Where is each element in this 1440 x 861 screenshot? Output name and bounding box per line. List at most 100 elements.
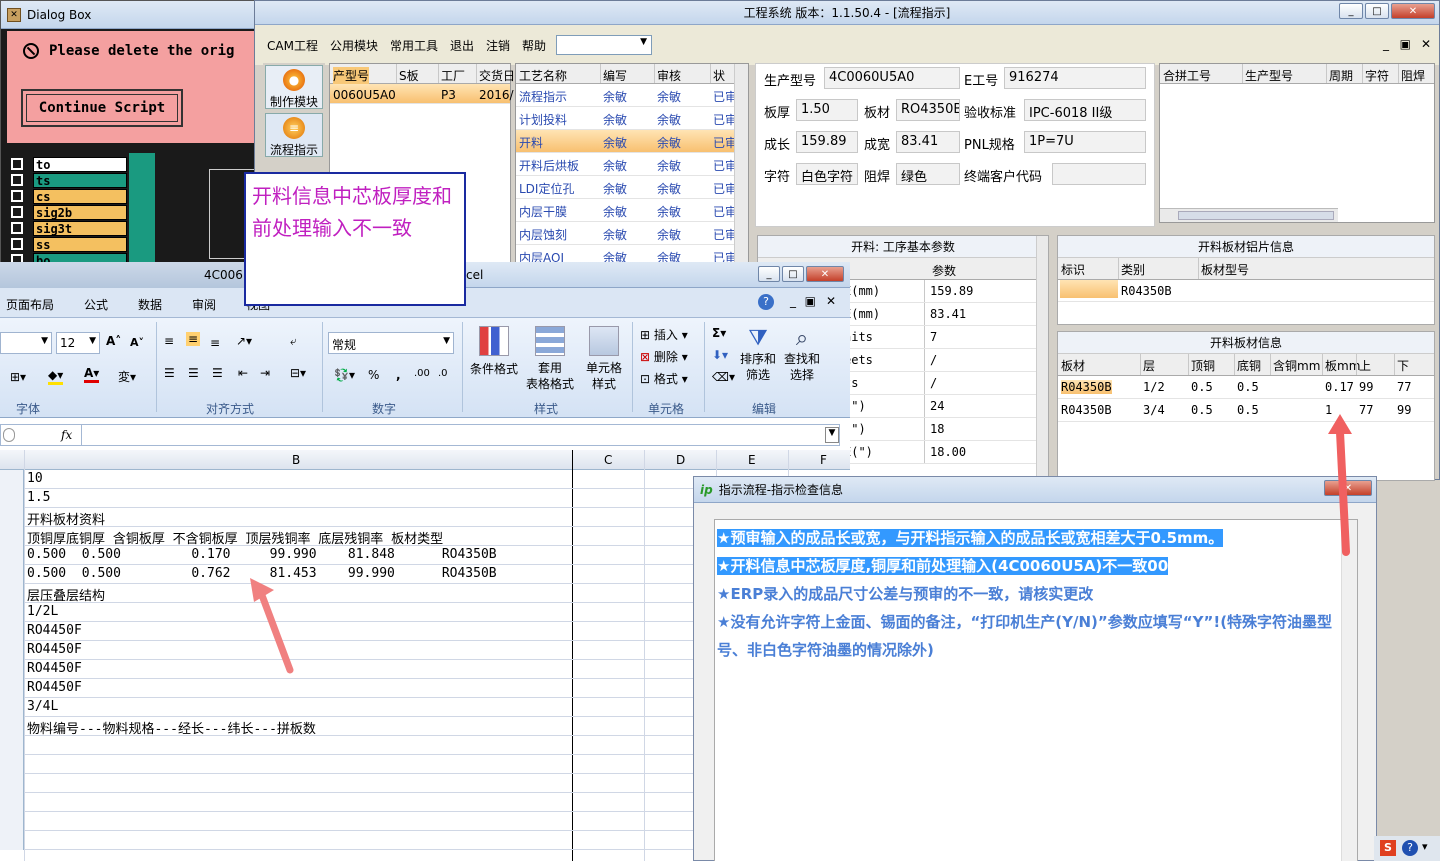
layer-checkbox[interactable] (11, 238, 23, 250)
sheet-cell-b[interactable]: 顶铜厚底铜厚 含铜板厚 不含铜板厚 顶层残铜率 底层残铜率 板材类型 (27, 528, 443, 547)
align-left-icon[interactable]: ☰ (164, 366, 175, 380)
row-header-stub[interactable] (0, 660, 24, 679)
grid-header[interactable]: 产型号 (333, 67, 370, 84)
length-field[interactable]: 159.89 (796, 131, 858, 153)
table-row[interactable]: 内层蚀刻 余敏 余敏 已审 (516, 222, 748, 245)
grid-header[interactable]: 工艺名称 (519, 67, 567, 84)
table-row[interactable]: 开料后烘板 余敏 余敏 已审 (516, 153, 748, 176)
grid-header[interactable]: 合拼工号 (1163, 67, 1211, 84)
row-header-stub[interactable] (0, 679, 24, 698)
help-icon[interactable]: ? (758, 294, 774, 310)
formula-input[interactable] (81, 425, 827, 445)
wrap-text-icon[interactable]: ⤶ (290, 334, 297, 349)
percent-icon[interactable]: % (368, 368, 379, 382)
row-header-stub[interactable] (0, 641, 24, 660)
fx-icon[interactable]: fx (61, 428, 72, 442)
grid-header[interactable]: 板材型号 (1201, 261, 1249, 278)
minimize-button[interactable]: _ (1339, 3, 1363, 19)
menu-item[interactable]: 常用工具 (390, 37, 438, 54)
tray-menu-icon[interactable]: ▾ (1422, 840, 1428, 853)
check-title-bar[interactable]: ip 指示流程-指示检查信息 ✕ (694, 477, 1376, 503)
ribbon-tab[interactable]: 页面布局 (6, 296, 54, 313)
excel-maximize[interactable]: □ (782, 266, 804, 282)
decrease-decimal-icon[interactable]: .0 (438, 368, 448, 379)
table-row[interactable]: 内层干膜 余敏 余敏 已审 (516, 199, 748, 222)
grid-header[interactable]: 交货日 (479, 67, 515, 84)
grid-header[interactable]: 编写 (603, 67, 627, 84)
grid-header[interactable]: 下 (1397, 357, 1409, 374)
process-guide-button[interactable]: ≡ 流程指示 (265, 113, 323, 157)
align-top-icon[interactable]: ≡ (164, 334, 174, 348)
conditional-format-button[interactable]: 条件格式 (466, 326, 522, 377)
find-select-button[interactable]: ⌕ 查找和 选择 (780, 326, 824, 383)
layer-checkbox[interactable] (11, 174, 23, 186)
row-header-stub[interactable] (0, 508, 24, 527)
grid-header[interactable]: 标识 (1061, 261, 1085, 278)
check-item[interactable]: ★开料信息中芯板厚度,铜厚和前处理输入(4C0060U5A)不一致00 (717, 552, 1357, 580)
ribbon-tab[interactable]: 公式 (84, 296, 108, 313)
cell-styles-button[interactable]: 单元格 样式 (580, 326, 628, 392)
currency-icon[interactable]: 💱▾ (334, 368, 355, 382)
fill-icon[interactable]: ⬇▾ (712, 348, 728, 362)
process-scrollbar[interactable] (734, 64, 748, 272)
sheet-cell-b[interactable]: 1/2L (27, 604, 58, 619)
insert-cells-button[interactable]: ⊞ 插入 ▾ (640, 326, 688, 343)
menu-item[interactable]: 注销 (486, 37, 510, 54)
check-item[interactable]: ★没有允许字符上金面、锡面的备注，“打印机生产(Y/N)”参数应填写“Y”!(特… (717, 608, 1357, 664)
dialog-title-bar[interactable]: ✕ Dialog Box (1, 1, 259, 29)
mdi-restore[interactable]: ▣ (1400, 37, 1411, 51)
clear-icon[interactable]: ⌫▾ (712, 370, 735, 384)
row-header-stub[interactable] (0, 603, 24, 622)
table-row[interactable]: 开料 余敏 余敏 已审 (516, 130, 748, 153)
menu-item[interactable]: 帮助 (522, 37, 546, 54)
make-module-button[interactable]: ● 制作模块 (265, 65, 323, 109)
check-item[interactable]: ★预审输入的成品长或宽，与开料指示输入的成品长或宽相差大于0.5mm。 (717, 524, 1357, 552)
check-item[interactable]: ★ERP录入的成品尺寸公差与预审的不一致，请核实更改 (717, 580, 1357, 608)
row-header-stub[interactable] (0, 546, 24, 565)
grid-header[interactable]: 层 (1143, 357, 1155, 374)
excel-minimize[interactable]: _ (758, 266, 780, 282)
sheet-cell-b[interactable]: 层压叠层结构 (27, 585, 105, 604)
row-header-stub[interactable] (0, 584, 24, 603)
autosum-icon[interactable]: Σ▾ (712, 326, 726, 340)
grid-header[interactable]: 阻焊 (1401, 67, 1425, 84)
merge-hscroll[interactable] (1160, 208, 1338, 222)
sort-filter-button[interactable]: ⧩ 排序和 筛选 (736, 326, 780, 383)
menu-combo[interactable]: ▼ (556, 35, 653, 55)
grid-header[interactable]: 审核 (657, 67, 681, 84)
layer-item[interactable]: ss (7, 236, 127, 252)
maximize-button[interactable]: □ (1365, 3, 1389, 19)
mdi-minimize[interactable]: _ (1383, 37, 1389, 51)
grid-header[interactable]: 底铜 (1237, 357, 1261, 374)
table-row[interactable]: LDI定位孔 余敏 余敏 已审 (516, 176, 748, 199)
thickness-field[interactable]: 1.50 (796, 99, 858, 121)
grid-header[interactable]: 工厂 (441, 67, 465, 84)
row-header-stub[interactable] (0, 698, 24, 717)
layer-checkbox[interactable] (11, 222, 23, 234)
sheet-cell-b[interactable]: 0.500 0.500 0.170 99.990 81.848 RO4350B (27, 547, 497, 562)
indent-decrease-icon[interactable]: ⇤ (238, 366, 248, 380)
formula-expand[interactable]: ▼ (825, 427, 839, 443)
ribbon-restore[interactable]: ▣ (805, 294, 816, 308)
grid-header[interactable]: 上 (1359, 357, 1371, 374)
continue-script-button[interactable]: Continue Script (21, 89, 183, 127)
row-header-stub[interactable] (0, 793, 24, 812)
menu-item[interactable]: CAM工程 (267, 37, 318, 54)
ribbon-close[interactable]: ✕ (826, 294, 836, 308)
row-header-stub[interactable] (0, 470, 24, 489)
comma-icon[interactable]: , (396, 368, 401, 382)
eno-field[interactable]: 916274 (1004, 67, 1146, 89)
grid-header[interactable]: 类别 (1121, 261, 1145, 278)
format-cells-button[interactable]: ⊡ 格式 ▾ (640, 370, 688, 387)
row-header-stub[interactable] (0, 527, 24, 546)
mask-field[interactable]: 绿色 (896, 163, 960, 185)
cam-title-bar[interactable]: 工程系统 版本：1.1.50.4 - [流程指示] _ □ ✕ (255, 1, 1439, 25)
customer-code-field[interactable] (1052, 163, 1146, 185)
grid-header[interactable]: 含铜mm (1273, 357, 1320, 374)
table-row[interactable]: 计划投料 余敏 余敏 已审 (516, 107, 748, 130)
help-tray-icon[interactable]: ? (1402, 840, 1418, 856)
table-row[interactable]: 0060U5A0 P3 2016/ (330, 84, 514, 104)
row-header-stub[interactable] (0, 489, 24, 508)
sheet-cell-b[interactable]: RO4450F (27, 661, 82, 676)
row-header-stub[interactable] (0, 717, 24, 736)
